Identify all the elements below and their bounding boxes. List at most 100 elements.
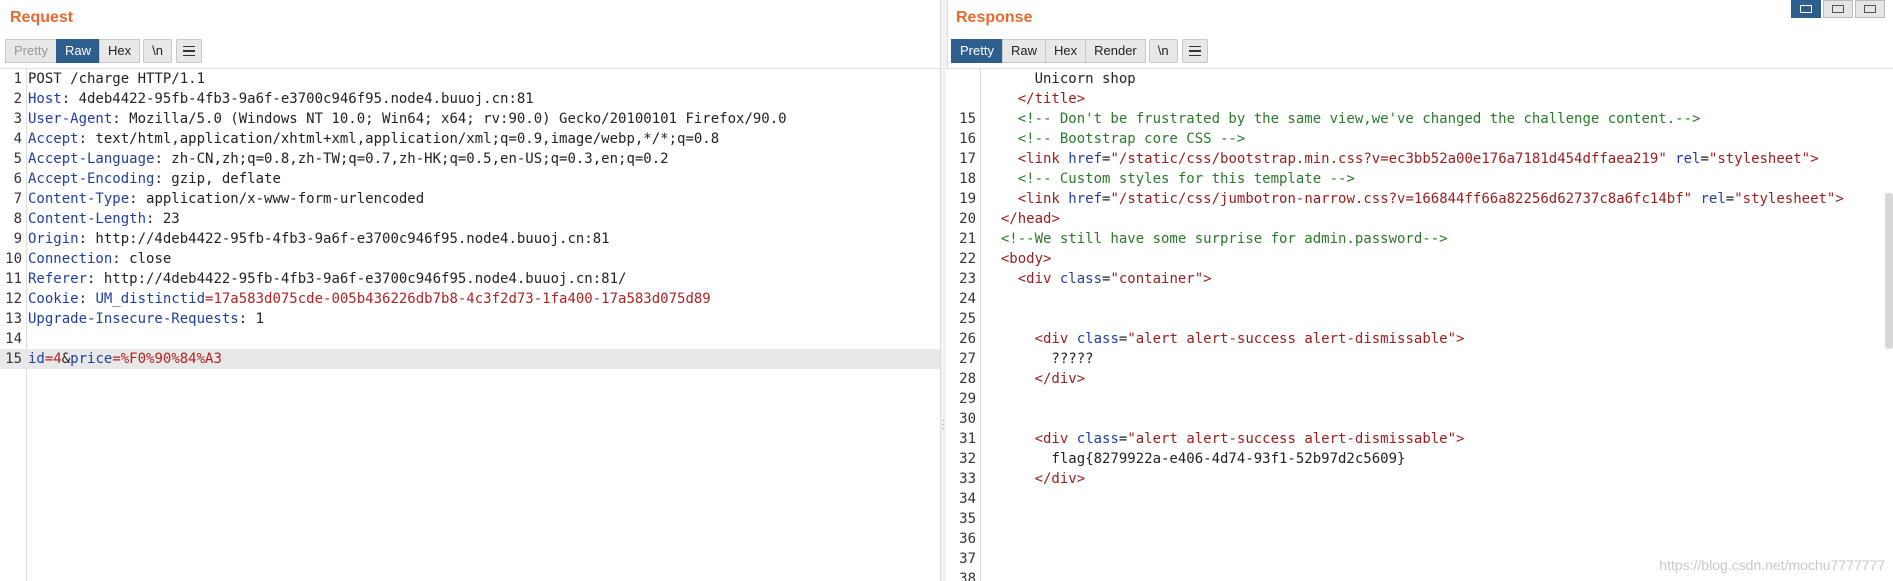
- request-tab-hex[interactable]: Hex: [98, 39, 141, 63]
- line-number: 20: [959, 211, 976, 227]
- stacked-layout-button[interactable]: [1823, 0, 1853, 18]
- request-newline-toggle[interactable]: \n: [143, 39, 172, 63]
- response-line: 16 <!-- Bootstrap core CSS -->: [946, 129, 1893, 149]
- line-number: 19: [959, 191, 976, 207]
- response-line: 26 <div class="alert alert-success alert…: [946, 329, 1893, 349]
- response-line: 18 <!-- Custom styles for this template …: [946, 169, 1893, 189]
- response-tab-render[interactable]: Render: [1085, 39, 1146, 63]
- response-line: 27 ?????: [946, 349, 1893, 369]
- line-number: 38: [959, 571, 976, 581]
- response-line: 23 <div class="container">: [946, 269, 1893, 289]
- line-number: 4: [13, 131, 22, 147]
- tabbed-layout-button[interactable]: [1855, 0, 1885, 18]
- watermark: https://blog.csdn.net/mochu7777777: [1659, 557, 1885, 573]
- line-content: <div class="alert alert-success alert-di…: [1034, 431, 1465, 447]
- line-number: 2: [13, 91, 22, 107]
- line-number: 27: [959, 351, 976, 367]
- header-name: Cookie: [28, 291, 79, 307]
- response-line: 32 flag{8279922a-e406-4d74-93f1-52b97d2c…: [946, 449, 1893, 469]
- header-value: : http://4deb4422-95fb-4fb3-9a6f-e3700c9…: [87, 271, 627, 287]
- line-content: Host: 4deb4422-95fb-4fb3-9a6f-e3700c946f…: [28, 89, 534, 109]
- line-content: <!-- Custom styles for this template -->: [984, 171, 1355, 187]
- request-line: 11 Referer: http://4deb4422-95fb-4fb3-9a6…: [0, 269, 940, 289]
- line-content: <!--We still have some surprise for admi…: [984, 231, 1448, 247]
- request-tab-raw[interactable]: Raw: [55, 39, 100, 63]
- header-name: Content-Type: [28, 191, 130, 207]
- line-number: 8: [13, 211, 22, 227]
- header-value: : 1: [238, 311, 265, 327]
- request-line: 12 Cookie: UM_distinctid=17a583d075cde-00…: [0, 289, 940, 309]
- response-title: Response: [956, 9, 1033, 26]
- line-content: Cookie: UM_distinctid=17a583d075cde-005b…: [28, 289, 711, 309]
- response-tab-hex[interactable]: Hex: [1044, 39, 1087, 63]
- line-number: 15: [959, 111, 976, 127]
- line-content: Content-Type: application/x-www-form-url…: [28, 189, 424, 209]
- header-value: : Mozilla/5.0 (Windows NT 10.0; Win64; x…: [112, 111, 787, 127]
- response-newline-toggle[interactable]: \n: [1148, 39, 1178, 63]
- response-tab-raw[interactable]: Raw: [1001, 39, 1046, 63]
- request-line: 3 User-Agent: Mozilla/5.0 (Windows NT 10.…: [0, 109, 940, 129]
- line-content: <link href="/static/css/jumbotron-narrow…: [1017, 191, 1844, 207]
- line-content: <div class="container">: [1017, 271, 1212, 287]
- response-line: 36: [946, 529, 1893, 549]
- request-tab-pretty[interactable]: Pretty: [5, 39, 57, 63]
- line-number: 34: [959, 491, 976, 507]
- line-number: 6: [13, 171, 22, 187]
- response-line: 20 </head>: [946, 209, 1893, 229]
- line-number: 14: [5, 331, 22, 347]
- line-number: 26: [959, 331, 976, 347]
- response-editor[interactable]: Unicorn shop </title> 15 <!-- Don't be fr…: [946, 68, 1893, 581]
- line-number: 31: [959, 431, 976, 447]
- request-line: 10 Connection: close: [0, 249, 940, 269]
- header-name: Upgrade-Insecure-Requests: [28, 311, 239, 327]
- line-content: Accept-Language: zh-CN,zh;q=0.8,zh-TW;q=…: [28, 149, 669, 169]
- request-editor[interactable]: 1 POST /charge HTTP/1.1 2 Host: 4deb4422-95…: [0, 68, 940, 581]
- line-content: Accept-Encoding: gzip, deflate: [28, 169, 281, 189]
- request-line: 7 Content-Type: application/x-www-form-ur…: [0, 189, 940, 209]
- response-scrollbar[interactable]: [1885, 193, 1893, 349]
- line-number: 22: [959, 251, 976, 267]
- response-line: 29: [946, 389, 1893, 409]
- request-pane: Request Pretty Raw Hex \n 1 POST /charge …: [0, 0, 940, 581]
- header-value: : gzip, deflate: [154, 171, 281, 187]
- line-content: <!-- Bootstrap core CSS -->: [984, 131, 1246, 147]
- response-line: 33 </div>: [946, 469, 1893, 489]
- drag-handle-icon[interactable]: · · ·: [941, 416, 945, 434]
- response-line: Unicorn shop: [946, 69, 1893, 89]
- header-name: User-Agent: [28, 111, 113, 127]
- line-number: 23: [959, 271, 976, 287]
- cookie-value: =17a583d075cde-005b436226db7b8-4c3f2d73-…: [205, 291, 711, 307]
- line-number: 21: [959, 231, 976, 247]
- line-content: Origin: http://4deb4422-95fb-4fb3-9a6f-e…: [28, 229, 610, 249]
- response-line: 34: [946, 489, 1893, 509]
- line-number: 3: [13, 111, 22, 127]
- request-line: 6 Accept-Encoding: gzip, deflate: [0, 169, 940, 189]
- line-content: id=4&price=%F0%90%84%A3: [28, 349, 222, 369]
- side-by-side-layout-button[interactable]: [1791, 0, 1821, 18]
- line-content: Connection: close: [28, 249, 171, 269]
- line-content: <body>: [1000, 251, 1052, 267]
- response-tab-pretty[interactable]: Pretty: [951, 39, 1003, 63]
- menu-icon: [182, 45, 195, 48]
- request-title: Request: [10, 9, 74, 26]
- line-number: 37: [959, 551, 976, 567]
- response-line: 28 </div>: [946, 369, 1893, 389]
- header-value: : zh-CN,zh;q=0.8,zh-TW;q=0.7,zh-HK;q=0.5…: [154, 151, 669, 167]
- response-menu-button[interactable]: [1181, 39, 1208, 63]
- line-number: 7: [13, 191, 22, 207]
- line-content: ?????: [984, 351, 1094, 367]
- header-value: : 4deb4422-95fb-4fb3-9a6f-e3700c946f95.n…: [61, 91, 534, 107]
- header-value: : application/x-www-form-urlencoded: [129, 191, 425, 207]
- line-content: Unicorn shop: [984, 71, 1136, 87]
- request-line: 15 id=4&price=%F0%90%84%A3: [0, 349, 940, 369]
- header-value: :: [78, 291, 96, 307]
- request-menu-button[interactable]: [175, 39, 202, 63]
- header-value: : close: [112, 251, 172, 267]
- header-name: Host: [28, 91, 62, 107]
- request-line: 13 Upgrade-Insecure-Requests: 1: [0, 309, 940, 329]
- line-content: </head>: [1000, 211, 1060, 227]
- line-content: POST /charge HTTP/1.1: [28, 71, 206, 87]
- line-number: 12: [5, 291, 22, 307]
- header-name: Accept-Encoding: [28, 171, 155, 187]
- line-number: 29: [959, 391, 976, 407]
